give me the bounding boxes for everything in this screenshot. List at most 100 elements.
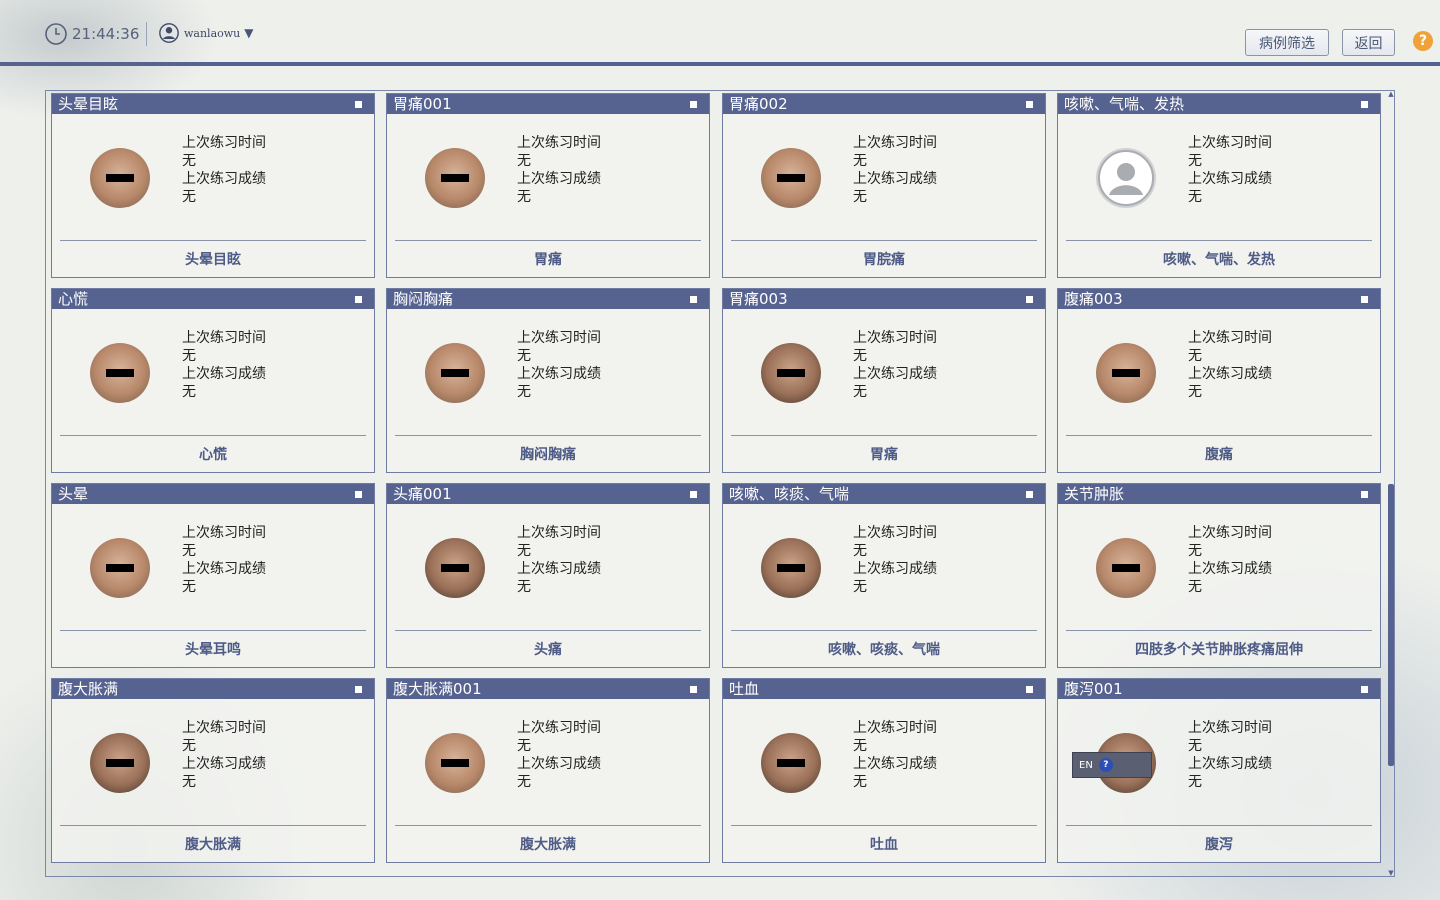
card-diagnosis: 腹大胀满 — [520, 837, 576, 853]
card-title: 腹大胀满001 — [387, 679, 709, 699]
minimize-icon[interactable] — [355, 686, 362, 693]
card-diagnosis: 咳嗽、咳痰、气喘 — [828, 642, 940, 658]
user-menu[interactable]: wanlaowu ▼ — [158, 22, 254, 44]
card-diagnosis: 吐血 — [870, 837, 898, 853]
help-icon[interactable]: ? — [1413, 31, 1433, 51]
avatar — [425, 733, 485, 793]
card-title-text: 腹痛003 — [1064, 290, 1123, 308]
ime-language: EN — [1079, 759, 1093, 771]
card-diagnosis: 头晕目眩 — [185, 252, 241, 268]
avatar — [90, 343, 150, 403]
case-card[interactable]: 关节肿胀 上次练习时间无上次练习成绩无四肢多个关节肿胀疼痛屈伸 — [1057, 483, 1381, 668]
minimize-icon[interactable] — [690, 491, 697, 498]
privacy-bar — [441, 174, 469, 182]
last-score-value: 无 — [182, 189, 196, 205]
case-card[interactable]: 心慌 上次练习时间无上次练习成绩无心慌 — [51, 288, 375, 473]
case-card[interactable]: 吐血 上次练习时间无上次练习成绩无吐血 — [722, 678, 1046, 863]
last-score-value: 无 — [853, 384, 867, 400]
card-title-text: 胃痛002 — [729, 95, 788, 113]
last-time-label: 上次练习时间 — [853, 720, 937, 736]
last-score-label: 上次练习成绩 — [182, 561, 266, 577]
last-time-value: 无 — [182, 543, 196, 559]
card-diagnosis: 胸闷胸痛 — [520, 447, 576, 463]
card-title-text: 吐血 — [729, 680, 760, 698]
case-filter-button[interactable]: 病例筛选 — [1245, 29, 1329, 56]
card-divider — [395, 630, 701, 631]
scrollbar[interactable]: ▲ ▼ — [1387, 90, 1395, 877]
avatar — [90, 538, 150, 598]
back-button[interactable]: 返回 — [1342, 29, 1395, 56]
last-time-value: 无 — [853, 153, 867, 169]
case-card[interactable]: 胃痛003 上次练习时间无上次练习成绩无胃痛 — [722, 288, 1046, 473]
privacy-bar — [1112, 564, 1140, 572]
minimize-icon[interactable] — [1361, 491, 1368, 498]
card-title-text: 头晕目眩 — [58, 95, 119, 113]
minimize-icon[interactable] — [1361, 686, 1368, 693]
avatar — [761, 148, 821, 208]
last-score-value: 无 — [517, 579, 531, 595]
minimize-icon[interactable] — [355, 101, 362, 108]
help-icon[interactable]: ? — [1098, 758, 1113, 772]
case-card[interactable]: 胃痛002 上次练习时间无上次练习成绩无胃脘痛 — [722, 93, 1046, 278]
scroll-thumb[interactable] — [1388, 484, 1394, 766]
minimize-icon[interactable] — [690, 686, 697, 693]
minimize-icon[interactable] — [355, 296, 362, 303]
card-title-text: 腹大胀满001 — [393, 680, 482, 698]
clock-time: 21:44:36 — [72, 25, 140, 43]
minimize-icon[interactable] — [1361, 101, 1368, 108]
scroll-down-icon[interactable]: ▼ — [1387, 869, 1395, 877]
last-score-value: 无 — [1188, 774, 1202, 790]
card-divider — [395, 825, 701, 826]
card-divider — [395, 435, 701, 436]
last-time-label: 上次练习时间 — [1188, 525, 1272, 541]
card-title-text: 咳嗽、气喘、发热 — [1064, 95, 1185, 113]
case-card[interactable]: 咳嗽、气喘、发热 上次练习时间无上次练习成绩无咳嗽、气喘、发热 — [1057, 93, 1381, 278]
minimize-icon[interactable] — [690, 101, 697, 108]
practice-info: 上次练习时间无上次练习成绩无 — [853, 329, 937, 401]
last-score-value: 无 — [1188, 579, 1202, 595]
last-score-label: 上次练习成绩 — [1188, 366, 1272, 382]
case-card[interactable]: 胸闷胸痛 上次练习时间无上次练习成绩无胸闷胸痛 — [386, 288, 710, 473]
minimize-icon[interactable] — [690, 296, 697, 303]
card-diagnosis: 头晕耳鸣 — [185, 642, 241, 658]
privacy-bar — [441, 564, 469, 572]
card-title: 咳嗽、咳痰、气喘 — [723, 484, 1045, 504]
last-score-label: 上次练习成绩 — [182, 756, 266, 772]
ime-toolbar[interactable]: EN ? — [1072, 752, 1152, 778]
card-diagnosis: 腹痛 — [1205, 447, 1233, 463]
user-icon — [159, 23, 179, 43]
last-time-label: 上次练习时间 — [1188, 330, 1272, 346]
practice-info: 上次练习时间无上次练习成绩无 — [1188, 329, 1272, 401]
avatar — [1096, 148, 1156, 208]
card-diagnosis: 腹泻 — [1205, 837, 1233, 853]
case-card[interactable]: 腹痛003 上次练习时间无上次练习成绩无腹痛 — [1057, 288, 1381, 473]
scroll-up-icon[interactable]: ▲ — [1387, 90, 1395, 98]
case-card[interactable]: 头晕目眩 上次练习时间无上次练习成绩无头晕目眩 — [51, 93, 375, 278]
case-card[interactable]: 头痛001 上次练习时间无上次练习成绩无头痛 — [386, 483, 710, 668]
last-time-label: 上次练习时间 — [853, 330, 937, 346]
card-title: 胃痛001 — [387, 94, 709, 114]
privacy-bar — [777, 174, 805, 182]
card-divider — [731, 240, 1037, 241]
card-diagnosis: 心慌 — [199, 447, 227, 463]
minimize-icon[interactable] — [1026, 296, 1033, 303]
case-card[interactable]: 胃痛001 上次练习时间无上次练习成绩无胃痛 — [386, 93, 710, 278]
minimize-icon[interactable] — [1026, 491, 1033, 498]
minimize-icon[interactable] — [1026, 686, 1033, 693]
case-card[interactable]: 腹大胀满 上次练习时间无上次练习成绩无腹大胀满 — [51, 678, 375, 863]
avatar — [90, 148, 150, 208]
last-time-label: 上次练习时间 — [182, 330, 266, 346]
card-diagnosis: 四肢多个关节肿胀疼痛屈伸 — [1135, 642, 1303, 658]
practice-info: 上次练习时间无上次练习成绩无 — [1188, 524, 1272, 596]
minimize-icon[interactable] — [1361, 296, 1368, 303]
card-title-text: 胸闷胸痛 — [393, 290, 454, 308]
case-card[interactable]: 咳嗽、咳痰、气喘 上次练习时间无上次练习成绩无咳嗽、咳痰、气喘 — [722, 483, 1046, 668]
case-card[interactable]: 头晕 上次练习时间无上次练习成绩无头晕耳鸣 — [51, 483, 375, 668]
minimize-icon[interactable] — [1026, 101, 1033, 108]
card-title-text: 咳嗽、咳痰、气喘 — [729, 485, 850, 503]
avatar — [425, 538, 485, 598]
last-score-label: 上次练习成绩 — [1188, 561, 1272, 577]
minimize-icon[interactable] — [355, 491, 362, 498]
case-card[interactable]: 腹大胀满001 上次练习时间无上次练习成绩无腹大胀满 — [386, 678, 710, 863]
card-title: 咳嗽、气喘、发热 — [1058, 94, 1380, 114]
